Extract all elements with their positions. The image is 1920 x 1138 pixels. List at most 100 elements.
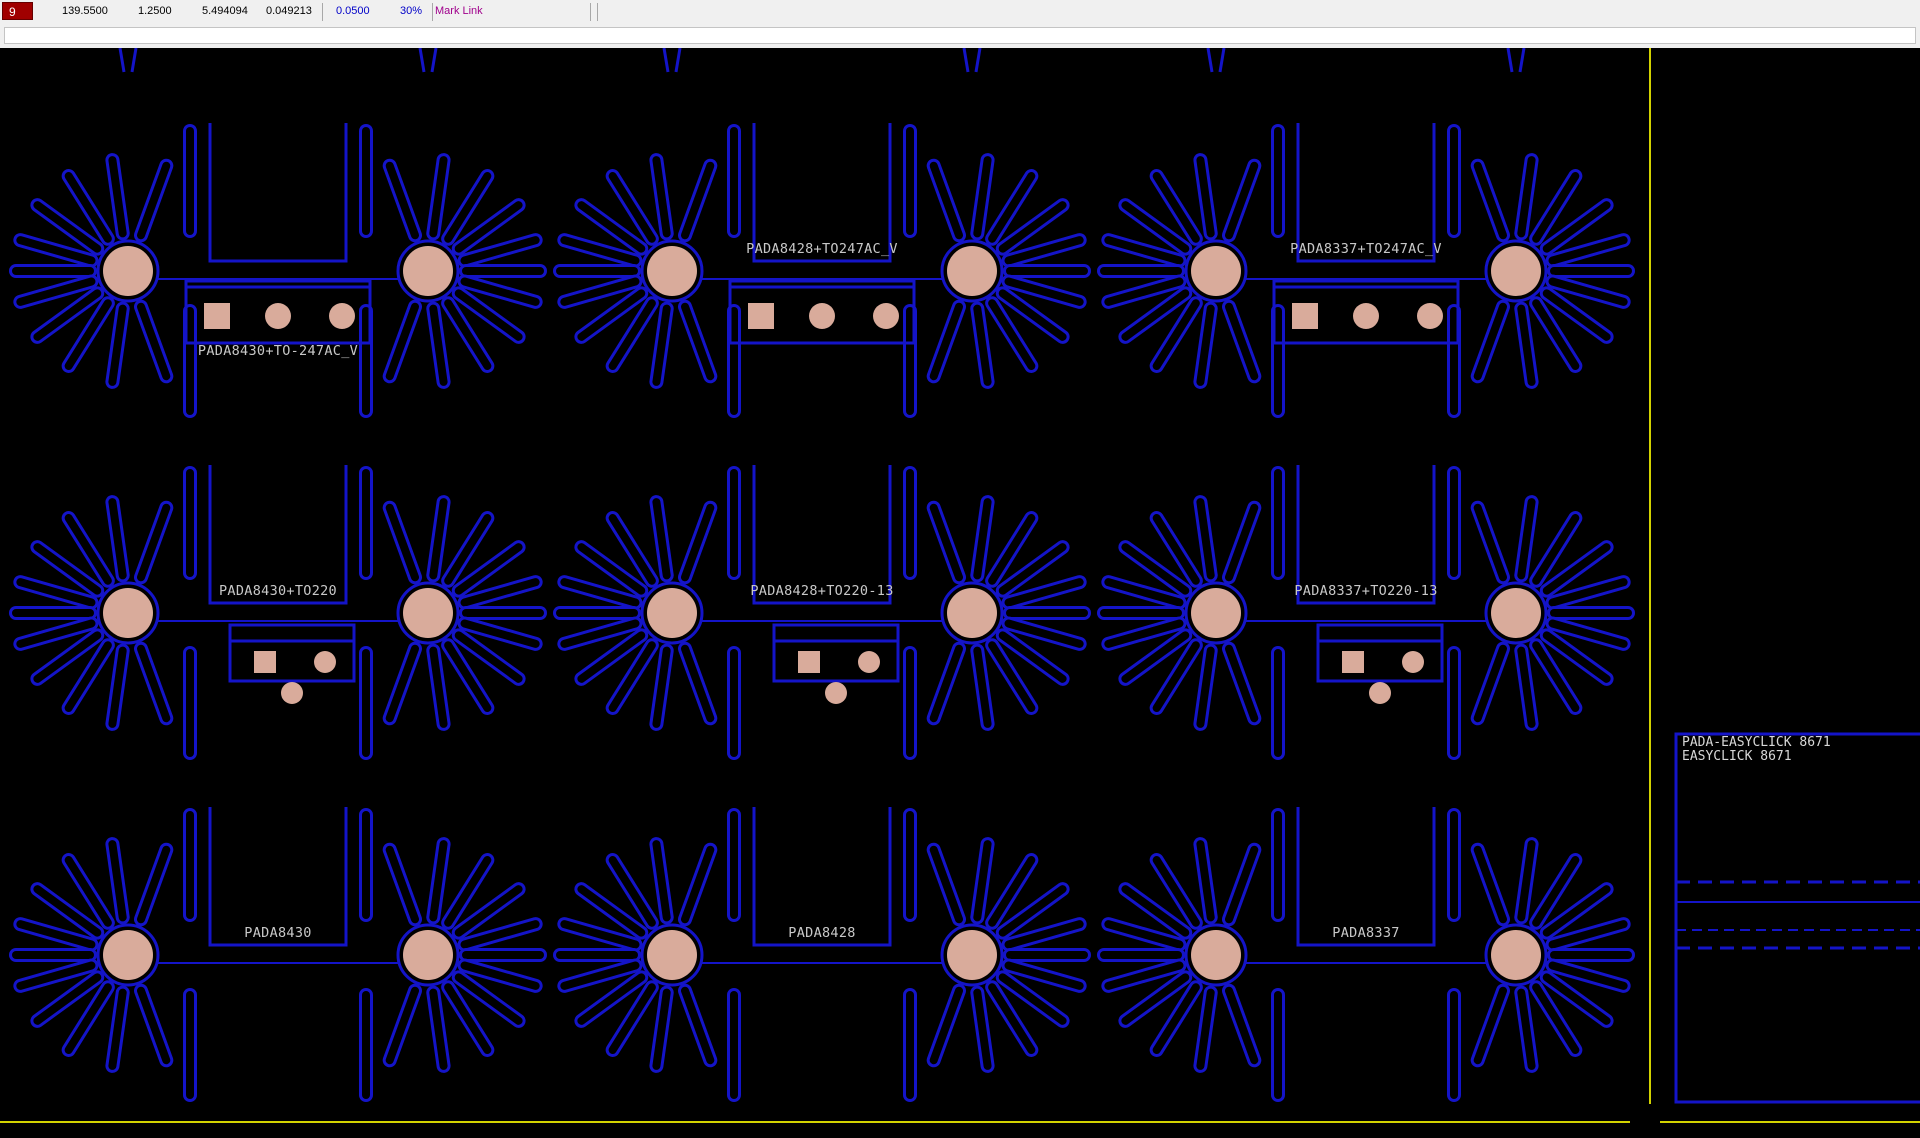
footprint-label: PADA8337+TO220-13 [1294, 583, 1437, 599]
heatsink-footprint: PADA8428+TO220-13 [553, 465, 1091, 760]
heatsink-fin-inner [1196, 840, 1215, 922]
mounting-pad [647, 246, 697, 296]
heatsink-fin-inner [108, 304, 127, 386]
heatsink-fin-inner [652, 646, 671, 728]
mounting-pad [403, 930, 453, 980]
heatsink-fin-inner [1517, 988, 1536, 1070]
heatsink-fin-inner [973, 988, 992, 1070]
heatsink-fin-inner [108, 988, 127, 1070]
heatsink-fin-inner [1196, 646, 1215, 728]
square-pad [1342, 651, 1364, 673]
heatsink-footprint: PADA8337+TO220-13 [1097, 465, 1635, 760]
heatsink-fin-inner [680, 503, 715, 582]
heatsink-fin-inner [136, 503, 171, 582]
heatsink-footprint: PADA8430+TO-247AC_V [9, 123, 547, 418]
heatsink-channel [208, 123, 348, 263]
mounting-pad [647, 930, 697, 980]
heatsink-fin-inner [929, 302, 964, 381]
round-pad [858, 651, 880, 673]
footprint-label: PADA8428 [788, 925, 855, 941]
heatsink-fin-inner [108, 498, 127, 580]
heatsink-fin-inner [429, 304, 448, 386]
heatsink-fin-inner [429, 498, 448, 580]
partial-fin [430, 48, 438, 73]
transistor-body [772, 623, 900, 683]
partial-fin [1506, 48, 1514, 73]
delta-y-readout: 0.049213 [266, 5, 312, 17]
pcb-canvas[interactable]: PADA8430+TO-247AC_V PADA8428+TO247AC_V PAD… [0, 48, 1920, 1138]
heatsink-fin-inner [385, 503, 420, 582]
heatsink-fin-inner [1224, 644, 1259, 723]
heatsink-fin-inner [429, 646, 448, 728]
mounting-pad [103, 930, 153, 980]
heatsink-fin-inner [652, 304, 671, 386]
heatsink-fin-inner [429, 988, 448, 1070]
heatsink-fin-inner [929, 161, 964, 240]
round-pad [825, 682, 847, 704]
heatsink-fin-inner [1196, 498, 1215, 580]
footprint-label: PADA8337 [1332, 925, 1399, 941]
pcb-drawing[interactable]: PADA8430+TO-247AC_V PADA8428+TO247AC_V PAD… [0, 48, 1920, 1138]
heatsink-fin-inner [1517, 646, 1536, 728]
mounting-pad [1491, 930, 1541, 980]
round-pad [1353, 303, 1379, 329]
heatsink-fin-inner [929, 503, 964, 582]
footprint-label: PADA8430+TO-247AC_V [198, 343, 358, 359]
active-layer-indicator[interactable]: 9 [2, 2, 33, 20]
round-pad [329, 303, 355, 329]
mounting-pad [1191, 246, 1241, 296]
partial-fin [674, 48, 682, 73]
mounting-pad [103, 588, 153, 638]
status-separator [322, 3, 323, 21]
status-bar: 9 139.5500 1.2500 5.494094 0.049213 0.05… [0, 0, 1920, 25]
heatsink-fin-inner [136, 986, 171, 1065]
footprint-label: PADA8428+TO247AC_V [746, 241, 898, 257]
transistor-body [228, 623, 356, 683]
heatsink-fin-inner [929, 644, 964, 723]
heatsink-fin-inner [652, 988, 671, 1070]
heatsink-fin-inner [680, 161, 715, 240]
heatsink-fin-inner [680, 986, 715, 1065]
partial-fin [418, 48, 426, 73]
heatsink-fin-inner [1196, 156, 1215, 238]
partial-fin [1518, 48, 1526, 73]
mounting-pad [403, 588, 453, 638]
heatsink-fin-inner [929, 986, 964, 1065]
round-pad [809, 303, 835, 329]
heatsink-footprint: PADA8428+TO247AC_V [553, 123, 1091, 418]
side-panel-line-1: PADA-EASYCLICK 8671 [1682, 735, 1831, 750]
cursor-x-readout: 139.5500 [62, 5, 108, 17]
round-pad [265, 303, 291, 329]
footprint-label: PADA8337+TO247AC_V [1290, 241, 1442, 257]
side-panel-footprint: PADA-EASYCLICK 8671 EASYCLICK 8671 [1674, 732, 1920, 1104]
heatsink-fin-inner [1517, 156, 1536, 238]
mounting-pad [1191, 588, 1241, 638]
delta-x-readout: 5.494094 [202, 5, 248, 17]
heatsink-fin-inner [1473, 986, 1508, 1065]
heatsink-fin-inner [680, 845, 715, 924]
transistor-body [1316, 623, 1444, 683]
mounting-pad [1491, 588, 1541, 638]
heatsink-fin-inner [136, 161, 171, 240]
secondary-toolbar [0, 24, 1920, 49]
square-pad [1292, 303, 1318, 329]
round-pad [873, 303, 899, 329]
heatsink-footprint: PADA8337 [1097, 807, 1635, 1102]
heatsink-fin-inner [973, 646, 992, 728]
partial-fin [1218, 48, 1226, 73]
round-pad [281, 682, 303, 704]
mounting-pad [403, 246, 453, 296]
footprint-label: PADA8430+TO220 [219, 583, 337, 599]
heatsink-footprint: PADA8428 [553, 807, 1091, 1102]
heatsink-fin-inner [385, 302, 420, 381]
heatsink-fin-inner [1473, 302, 1508, 381]
partial-fin [118, 48, 126, 73]
heatsink-fin-inner [136, 302, 171, 381]
heatsink-fin-inner [652, 156, 671, 238]
command-field[interactable] [4, 27, 1916, 44]
partial-fin [962, 48, 970, 73]
partial-fin [662, 48, 670, 73]
heatsink-fin-inner [680, 302, 715, 381]
square-pad [204, 303, 230, 329]
heatsink-fin-inner [108, 840, 127, 922]
